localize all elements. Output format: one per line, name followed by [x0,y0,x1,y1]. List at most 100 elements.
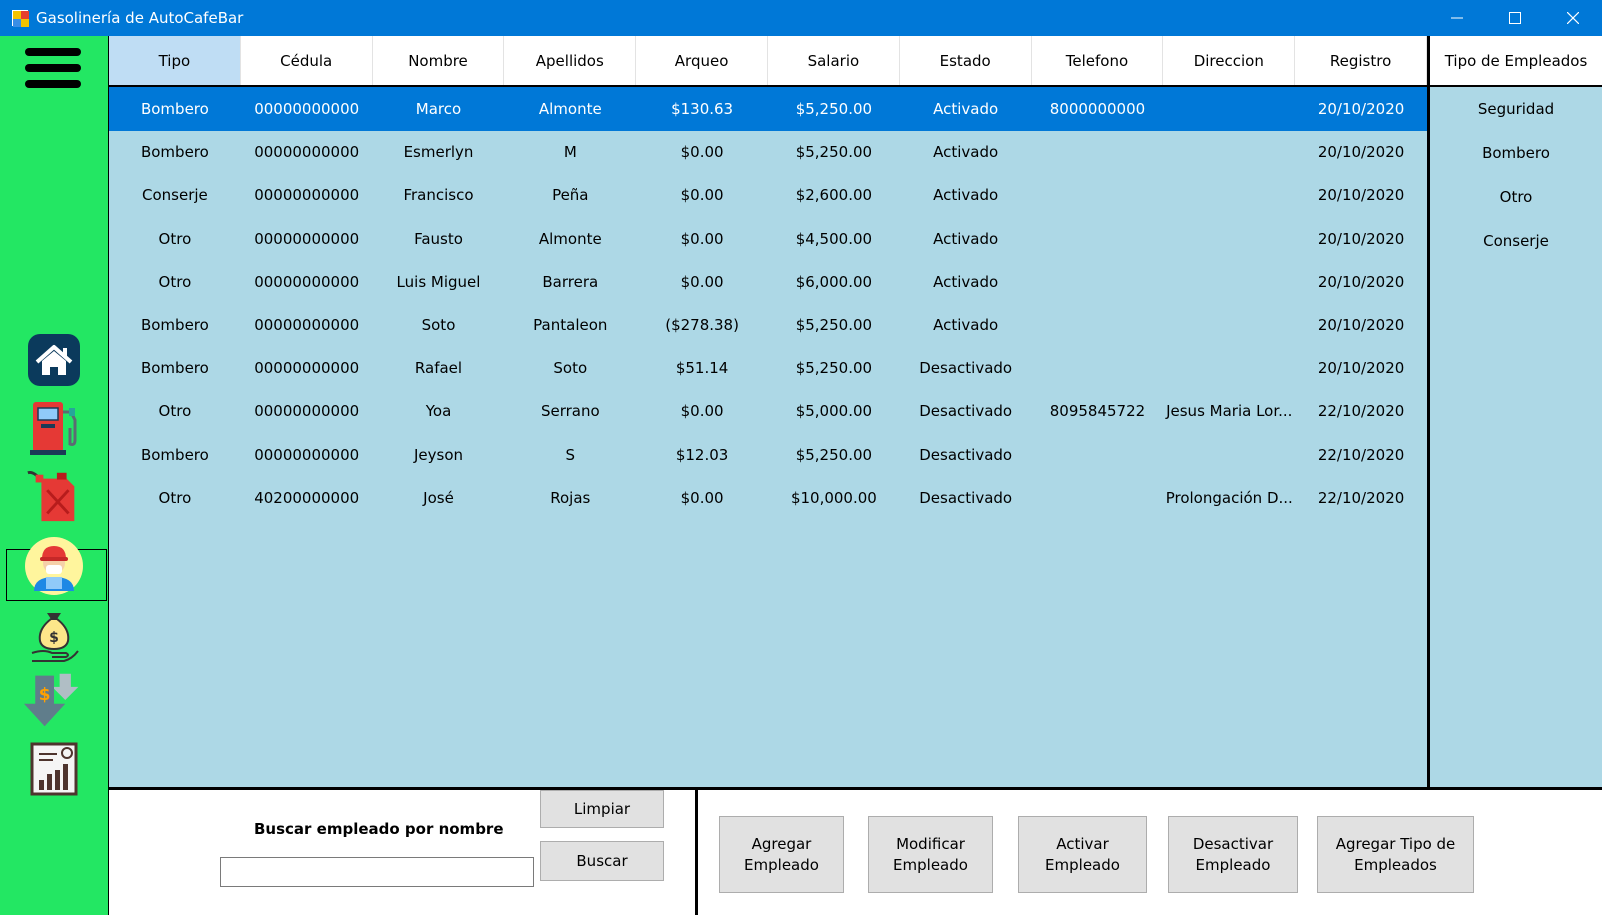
table-cell[interactable] [1163,217,1295,261]
table-cell[interactable]: $0.00 [636,173,768,217]
table-cell[interactable]: 22/10/2020 [1295,476,1427,520]
table-cell[interactable]: Almonte [504,87,636,131]
search-input[interactable] [220,857,534,887]
table-cell[interactable] [1163,303,1295,347]
table-cell[interactable]: Pantaleon [504,303,636,347]
sidebar-item-expenses[interactable]: $ [24,672,84,728]
table-cell[interactable]: 22/10/2020 [1295,389,1427,433]
column-header[interactable]: Registro [1295,36,1427,85]
sidebar-item-employees[interactable] [24,537,84,595]
employees-grid[interactable]: Tipo Cédula Nombre Apellidos Arqueo Salario Es… [109,36,1430,790]
table-cell[interactable]: $5,250.00 [768,303,900,347]
table-row[interactable]: Otro 00000000000 Luis Miguel Barrera $0.00 $6… [109,260,1427,304]
table-cell[interactable] [1032,303,1164,347]
table-cell[interactable]: Barrera [504,260,636,304]
table-cell[interactable]: Bombero [109,130,241,174]
table-row[interactable]: Bombero 00000000000 Jeyson S $12.03 $5,250.00… [109,433,1427,477]
table-cell[interactable]: $0.00 [636,260,768,304]
modify-employee-button[interactable]: Modificar Empleado [868,816,993,893]
add-employee-button[interactable]: Agregar Empleado [719,816,844,893]
table-cell[interactable] [1163,87,1295,131]
table-row[interactable]: Conserje 00000000000 Francisco Peña $0.00 $2,… [109,173,1427,217]
table-cell[interactable]: Otro [109,476,241,520]
column-header[interactable]: Telefono [1032,36,1164,85]
table-cell[interactable]: Desactivado [900,389,1032,433]
table-cell[interactable]: Activado [900,173,1032,217]
sidebar-item-fuel-can[interactable] [24,468,84,524]
table-cell[interactable] [1163,260,1295,304]
table-cell[interactable]: 20/10/2020 [1295,346,1427,390]
table-cell[interactable]: Activado [900,87,1032,131]
sidebar-item-home[interactable] [24,332,84,388]
table-cell[interactable]: Soto [504,346,636,390]
sidebar-item-reports[interactable] [24,740,84,796]
table-cell[interactable]: 20/10/2020 [1295,87,1427,131]
table-cell[interactable]: Luis Miguel [373,260,505,304]
table-cell[interactable]: Conserje [109,173,241,217]
table-cell[interactable]: Otro [109,260,241,304]
table-cell[interactable] [1032,260,1164,304]
table-cell[interactable]: Soto [373,303,505,347]
sidebar-item-income[interactable]: $ [24,608,84,664]
table-cell[interactable]: Rafael [373,346,505,390]
table-row[interactable]: Otro 00000000000 Fausto Almonte $0.00 $4,500.… [109,217,1427,261]
table-cell[interactable]: Marco [373,87,505,131]
column-header[interactable]: Tipo [109,36,241,85]
table-cell[interactable]: Activado [900,260,1032,304]
table-cell[interactable] [1032,433,1164,477]
table-cell[interactable]: 20/10/2020 [1295,130,1427,174]
table-row[interactable]: Bombero 00000000000 Soto Pantaleon ($278.38)… [109,303,1427,347]
column-header[interactable]: Direccion [1163,36,1296,85]
table-row[interactable]: Bombero 00000000000 Marco Almonte $130.63 $5,… [109,87,1427,131]
table-cell[interactable]: 20/10/2020 [1295,173,1427,217]
table-cell[interactable]: 20/10/2020 [1295,260,1427,304]
table-cell[interactable]: 8095845722 [1032,389,1164,433]
add-employee-type-button[interactable]: Agregar Tipo de Empleados [1317,816,1474,893]
table-cell[interactable]: $130.63 [636,87,768,131]
table-cell[interactable]: Bombero [109,303,241,347]
table-cell[interactable]: $10,000.00 [768,476,900,520]
table-cell[interactable]: Prolongación D... [1163,476,1295,520]
table-cell[interactable]: Otro [109,217,241,261]
activate-employee-button[interactable]: Activar Empleado [1018,816,1147,893]
table-cell[interactable]: Jeyson [373,433,505,477]
table-cell[interactable]: 00000000000 [241,130,373,174]
table-cell[interactable] [1163,346,1295,390]
table-cell[interactable]: S [504,433,636,477]
maximize-button[interactable] [1486,0,1544,36]
type-list-item[interactable]: Seguridad [1430,87,1602,131]
deactivate-employee-button[interactable]: Desactivar Empleado [1168,816,1298,893]
search-button[interactable]: Buscar [540,841,664,881]
table-cell[interactable]: $4,500.00 [768,217,900,261]
table-cell[interactable]: ($278.38) [636,303,768,347]
table-row[interactable]: Otro 40200000000 José Rojas $0.00 $10,000.00 D… [109,476,1427,520]
table-cell[interactable]: 22/10/2020 [1295,433,1427,477]
table-cell[interactable]: $12.03 [636,433,768,477]
table-cell[interactable]: 00000000000 [241,260,373,304]
table-cell[interactable]: Fausto [373,217,505,261]
table-cell[interactable]: Desactivado [900,346,1032,390]
type-list-item[interactable]: Otro [1430,175,1602,219]
type-list-item[interactable]: Conserje [1430,219,1602,263]
table-cell[interactable]: Esmerlyn [373,130,505,174]
table-cell[interactable]: $51.14 [636,346,768,390]
app-icon[interactable] [12,10,29,27]
column-header[interactable]: Apellidos [504,36,637,85]
column-header[interactable]: Nombre [373,36,505,85]
table-cell[interactable]: Peña [504,173,636,217]
table-cell[interactable]: 00000000000 [241,303,373,347]
table-cell[interactable]: Otro [109,389,241,433]
table-cell[interactable]: 00000000000 [241,389,373,433]
table-cell[interactable]: 00000000000 [241,217,373,261]
type-list-item[interactable]: Bombero [1430,131,1602,175]
table-cell[interactable]: $5,250.00 [768,433,900,477]
table-row[interactable]: Otro 00000000000 Yoa Serrano $0.00 $5,000.00 D… [109,389,1427,433]
table-cell[interactable] [1032,173,1164,217]
table-cell[interactable]: M [504,130,636,174]
table-cell[interactable]: Francisco [373,173,505,217]
employee-types-panel[interactable]: Tipo de Empleados Seguridad Bombero Otro Co… [1430,36,1602,790]
table-cell[interactable]: $0.00 [636,130,768,174]
clear-button[interactable]: Limpiar [540,790,664,828]
table-cell[interactable]: $5,250.00 [768,87,900,131]
table-cell[interactable]: Desactivado [900,476,1032,520]
